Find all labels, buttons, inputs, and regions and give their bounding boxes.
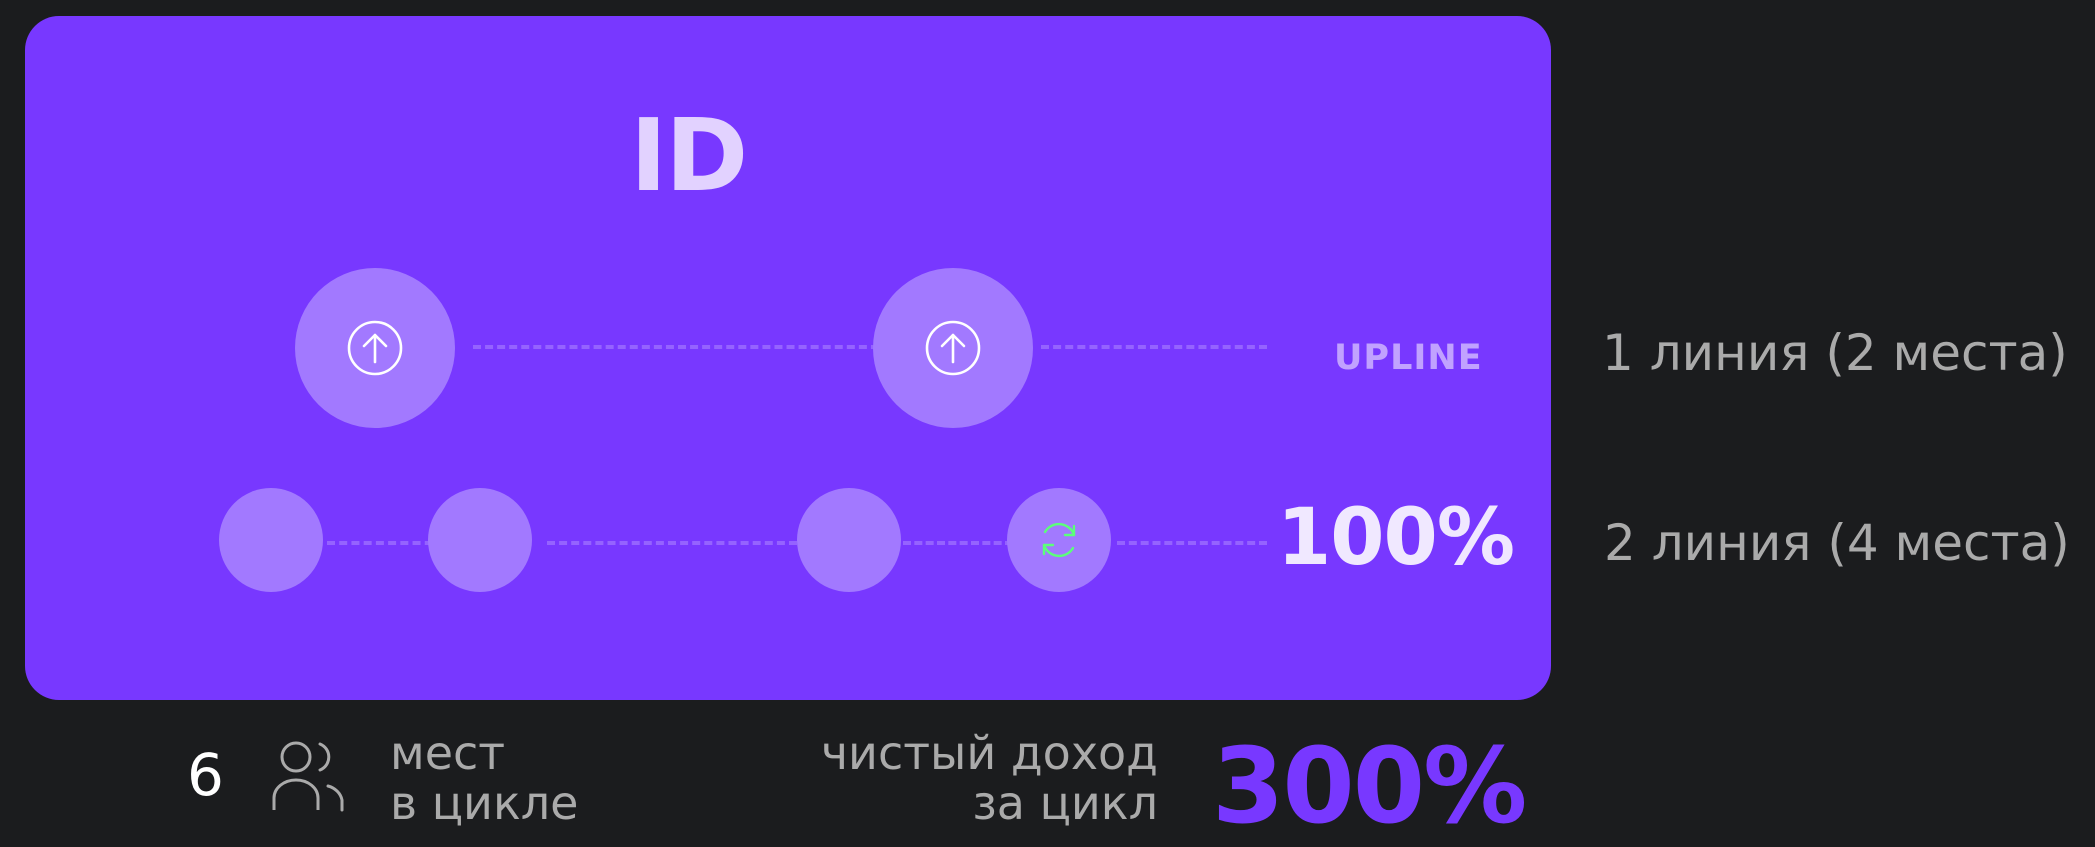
- income-caption-line1: чистый доход: [820, 726, 1158, 780]
- places-caption-line2: в цикле: [390, 776, 579, 830]
- refresh-icon: [1042, 522, 1076, 558]
- matrix-card: ID UPLINE 100%: [25, 16, 1551, 700]
- income-percent: 300%: [1212, 725, 1527, 847]
- income-caption: чистый доход за цикл: [780, 728, 1158, 828]
- connector-line: [473, 345, 891, 349]
- places-count: 6: [187, 741, 224, 809]
- line-2-label: 2 линия (4 места): [1604, 514, 2070, 572]
- arrow-up-circle-icon: [925, 320, 981, 376]
- arrow-up-circle-icon: [347, 320, 403, 376]
- card-title: ID: [630, 97, 748, 214]
- income-caption-line2: за цикл: [972, 776, 1158, 830]
- second-line-node-4[interactable]: [1007, 488, 1111, 592]
- line-percent: 100%: [1277, 493, 1515, 583]
- upline-node-2[interactable]: [873, 268, 1033, 428]
- users-icon: [270, 740, 346, 812]
- connector-line: [903, 541, 1013, 545]
- line-1-label: 1 линия (2 места): [1602, 324, 2068, 382]
- connector-line: [1041, 345, 1267, 349]
- places-caption-line1: мест: [390, 726, 506, 780]
- connector-line: [547, 541, 797, 545]
- second-line-node-2[interactable]: [428, 488, 532, 592]
- second-line-node-3[interactable]: [797, 488, 901, 592]
- upline-node-1[interactable]: [295, 268, 455, 428]
- second-line-node-1[interactable]: [219, 488, 323, 592]
- upline-label: UPLINE: [1334, 338, 1483, 378]
- connector-line: [1117, 541, 1267, 545]
- places-caption: мест в цикле: [390, 728, 578, 828]
